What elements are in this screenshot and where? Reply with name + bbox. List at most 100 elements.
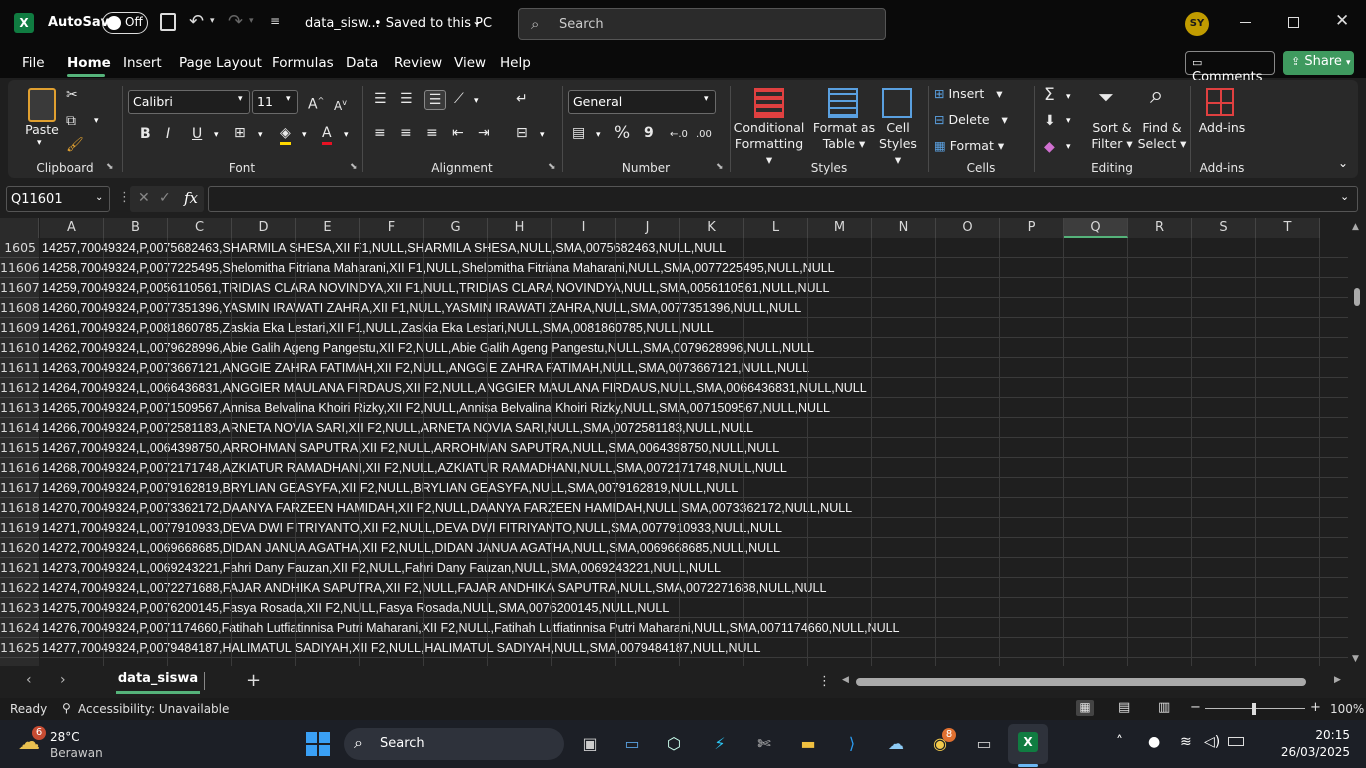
column-header[interactable]: T <box>1256 218 1320 238</box>
column-header[interactable]: L <box>744 218 808 238</box>
worksheet-grid[interactable]: ABCDEFGHIJKLMNOPQRST 1605 14257,70049324,… <box>0 218 1348 666</box>
column-header[interactable]: I <box>552 218 616 238</box>
decrease-decimal-icon[interactable]: .00 <box>696 126 712 144</box>
table-row[interactable]: 14270,70049324,P,0073362172,DAANYA FARZE… <box>40 498 852 518</box>
terminal-icon[interactable]: ▭ <box>968 728 1000 760</box>
3d-app-icon[interactable]: ⬡ <box>658 728 690 760</box>
table-row[interactable]: 14265,70049324,P,0071509567,Annisa Belva… <box>40 398 830 418</box>
fill-color-icon[interactable]: ◈ <box>280 124 291 145</box>
underline-chevron-icon[interactable]: ▾ <box>214 130 219 140</box>
autosave-toggle[interactable]: Off <box>102 12 148 34</box>
row-header[interactable]: 11613 <box>0 398 40 418</box>
tab-page-layout[interactable]: Page Layout <box>179 55 262 71</box>
bottom-align-icon[interactable]: ☰ <box>424 90 446 110</box>
close-icon[interactable]: ✕ <box>1335 11 1349 31</box>
avatar[interactable]: SY <box>1185 12 1209 36</box>
row-header[interactable]: 11611 <box>0 358 40 378</box>
hscroll-left-icon[interactable]: ◀ <box>842 675 849 685</box>
table-row[interactable]: 14258,70049324,P,0077225495,Shelomitha F… <box>40 258 835 278</box>
row-header[interactable]: 11607 <box>0 278 40 298</box>
formula-input[interactable] <box>208 186 1358 212</box>
page-layout-view-icon[interactable]: ▤ <box>1118 700 1130 715</box>
expand-formula-icon[interactable]: ⌄ <box>1340 190 1349 203</box>
accounting-chevron-icon[interactable]: ▾ <box>596 130 601 140</box>
scroll-up-icon[interactable]: ▲ <box>1352 222 1359 232</box>
sort-filter-button[interactable]: Sort & Filter ▾ <box>1086 120 1138 152</box>
increase-indent-icon[interactable]: ⇥ <box>478 124 490 142</box>
font-size-select[interactable]: 11 <box>252 90 298 114</box>
orientation-icon[interactable]: ⟋ <box>454 90 464 108</box>
number-launcher-icon[interactable]: ⬊ <box>716 162 724 172</box>
decrease-indent-icon[interactable]: ⇤ <box>452 124 464 142</box>
undo-icon[interactable]: ↶ <box>189 11 204 32</box>
font-color-icon[interactable]: A <box>322 124 332 145</box>
column-header[interactable]: O <box>936 218 1000 238</box>
clipboard-launcher-icon[interactable]: ⬊ <box>106 162 114 172</box>
row-header[interactable]: 11624 <box>0 618 40 638</box>
prev-sheet-icon[interactable]: ‹ <box>26 672 32 688</box>
underline-button[interactable]: U <box>192 125 202 143</box>
normal-view-icon[interactable]: ▦ <box>1076 700 1094 716</box>
font-launcher-icon[interactable]: ⬊ <box>350 162 358 172</box>
row-header[interactable]: 11617 <box>0 478 40 498</box>
align-left-icon[interactable]: ≡ <box>374 124 386 142</box>
borders-icon[interactable]: ⊞ <box>234 124 246 142</box>
share-button[interactable]: ⇪ Share ▾ <box>1283 51 1354 75</box>
row-header[interactable]: 11612 <box>0 378 40 398</box>
row-header[interactable]: 1605 <box>0 238 39 258</box>
autosum-icon[interactable]: Σ <box>1044 86 1055 104</box>
row-header[interactable]: 11610 <box>0 338 40 358</box>
name-box[interactable]: Q11601 ⌄ <box>6 186 110 212</box>
align-right-icon[interactable]: ≡ <box>426 124 438 142</box>
table-row[interactable]: 14275,70049324,P,0076200145,Fasya Rosada… <box>40 598 669 618</box>
column-header[interactable]: Q <box>1064 218 1128 238</box>
sheet-tab-data-siswa[interactable]: data_siswa <box>116 666 200 694</box>
bold-button[interactable]: B <box>140 125 151 143</box>
tab-insert[interactable]: Insert <box>123 55 162 71</box>
delete-cells-button[interactable]: ⊟ Delete ▾ <box>934 112 1008 128</box>
borders-chevron-icon[interactable]: ▾ <box>258 130 263 140</box>
scroll-thumb[interactable] <box>1354 288 1360 306</box>
table-row[interactable]: 14268,70049324,P,0072171748,AZKIATUR RAM… <box>40 458 787 478</box>
font-name-select[interactable]: Calibri <box>128 90 250 114</box>
column-header[interactable]: M <box>808 218 872 238</box>
row-header[interactable]: 11609 <box>0 318 40 338</box>
comma-button[interactable]: 9 <box>644 124 654 142</box>
paste-chevron-icon[interactable]: ▾ <box>37 138 42 148</box>
table-row[interactable]: 14269,70049324,P,0079162819,BRYLIAN GEAS… <box>40 478 738 498</box>
number-format-select[interactable]: General <box>568 90 716 114</box>
cancel-icon[interactable]: ✕ <box>138 190 150 206</box>
snipping-tool-icon[interactable]: ✄ <box>748 728 780 760</box>
table-row[interactable]: 14260,70049324,P,0077351396,YASMIN IRAWA… <box>40 298 801 318</box>
format-painter-icon[interactable]: 🖌 <box>66 136 84 154</box>
table-row[interactable]: 14277,70049324,P,0079484187,HALIMATUL SA… <box>40 638 760 658</box>
row-header-partial[interactable] <box>0 658 39 666</box>
add-sheet-icon[interactable]: + <box>246 670 261 691</box>
format-as-table-button[interactable]: Format as Table ▾ <box>812 120 876 152</box>
tray-chevron-icon[interactable]: ˄ <box>1116 734 1123 750</box>
file-name[interactable]: data_sisw... <box>305 16 380 31</box>
sort-filter-icon[interactable]: ⏷ <box>1098 87 1114 107</box>
row-header[interactable]: 11620 <box>0 538 40 558</box>
volume-icon[interactable]: ◁) <box>1204 734 1220 750</box>
search-box[interactable]: ⌕ Search <box>518 8 886 40</box>
column-header[interactable]: A <box>40 218 104 238</box>
accounting-format-icon[interactable]: ▤ <box>572 124 585 142</box>
copy-icon[interactable]: ⧉ <box>66 112 76 130</box>
scroll-down-icon[interactable]: ▼ <box>1352 654 1359 664</box>
increase-decimal-icon[interactable]: ←.0 <box>670 126 688 144</box>
fill-chevron-icon[interactable]: ▾ <box>1066 116 1071 126</box>
row-header[interactable]: 11623 <box>0 598 40 618</box>
table-row[interactable]: 14262,70049324,L,0079628996,Abie Galih A… <box>40 338 814 358</box>
power-automate-icon[interactable]: ⚡ <box>704 728 736 760</box>
battery-icon[interactable] <box>1228 737 1244 746</box>
table-row[interactable]: 14261,70049324,P,0081860785,Zaskia Eka L… <box>40 318 714 338</box>
accessibility-status[interactable]: Accessibility: Unavailable <box>78 702 229 716</box>
taskbar-search[interactable]: ⌕ Search <box>344 728 564 760</box>
task-view-icon[interactable]: ▣ <box>574 728 606 760</box>
clear-icon[interactable]: ◆ <box>1044 138 1055 156</box>
redo-icon[interactable]: ↷ <box>228 11 243 32</box>
addins-button[interactable]: Add-ins <box>1190 120 1254 136</box>
accessibility-icon[interactable]: ⚲ <box>62 701 71 715</box>
column-header[interactable]: F <box>360 218 424 238</box>
